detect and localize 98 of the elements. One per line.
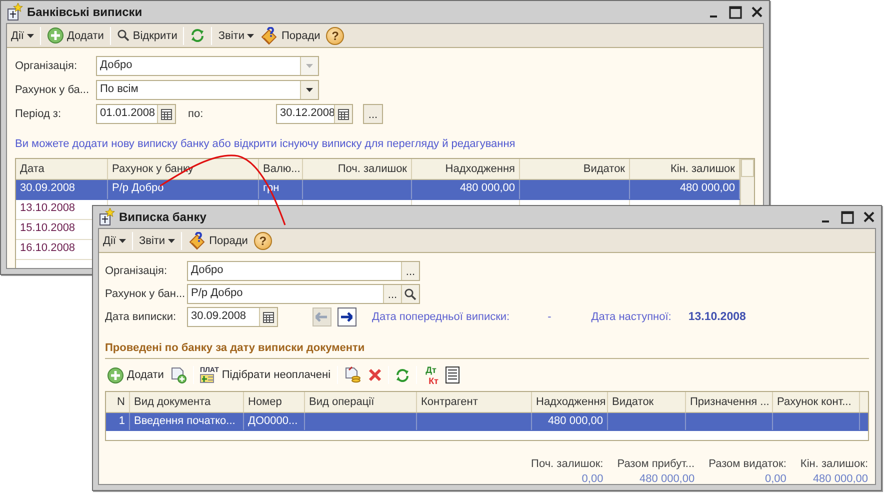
next-arrow-icon[interactable]	[337, 307, 357, 327]
column-header[interactable]: Видаток	[520, 159, 630, 179]
table-cell[interactable]: 1	[118, 415, 125, 427]
dropdown-button[interactable]	[300, 81, 318, 99]
caret-icon	[168, 238, 176, 242]
close-icon[interactable]	[751, 6, 763, 18]
menu-button[interactable]: Звіти	[138, 234, 176, 246]
input-field[interactable]: Добро ...	[187, 261, 420, 281]
menu-button[interactable]: Дії	[11, 30, 34, 42]
close-icon[interactable]	[863, 211, 875, 223]
add-button[interactable]: Додати	[46, 27, 104, 44]
total-label: Кін. залишок:	[800, 458, 868, 470]
column-header[interactable]: Видаток	[608, 392, 686, 412]
plus-icon	[46, 27, 64, 44]
refresh-icon[interactable]	[190, 28, 206, 43]
field-label: Дата виписки:	[105, 311, 178, 323]
menu-button[interactable]: Звіти	[218, 30, 254, 42]
calendar-icon[interactable]	[334, 105, 352, 123]
dropdown-field[interactable]: Добро	[96, 56, 319, 76]
ellipsis-button[interactable]: ...	[383, 285, 401, 303]
refresh-icon[interactable]	[394, 368, 410, 382]
field-label: Організація:	[105, 265, 168, 277]
total-value: 480 000,00	[812, 473, 868, 484]
table-cell[interactable]: 15.10.2008	[20, 222, 76, 234]
previous-date-label: Дата попередньої виписки:	[372, 311, 510, 323]
section-title: Проведені по банку за дату виписки документи	[105, 342, 869, 359]
table-cell[interactable]: ДО0000...	[248, 415, 298, 427]
column-header[interactable]: Дата	[16, 159, 108, 179]
ellipsis-button[interactable]: ...	[401, 262, 419, 280]
column-header[interactable]: Номер	[244, 392, 305, 412]
caret-icon	[26, 34, 34, 38]
window-title: Банківські виписки	[27, 5, 144, 19]
table-cell[interactable]: 16.10.2008	[20, 242, 76, 254]
calendar-icon[interactable]	[157, 105, 175, 123]
column-header[interactable]: Контрагент	[417, 392, 532, 412]
input-field[interactable]: Р/р Добро ...	[187, 284, 420, 304]
column-header[interactable]: Надходження	[532, 392, 608, 412]
list-icon[interactable]	[445, 366, 460, 384]
column-header[interactable]: Рахунок конт...	[773, 392, 860, 412]
help-button[interactable]: ?	[254, 232, 272, 250]
maximize-icon[interactable]	[841, 210, 854, 224]
ellipsis-button[interactable]: ...	[363, 104, 383, 124]
total-value: 0,00	[580, 473, 604, 484]
previous-date-value: -	[548, 311, 552, 323]
help-button[interactable]: ?	[326, 26, 344, 44]
total-value: 0,00	[764, 473, 786, 484]
search-button[interactable]	[401, 285, 419, 303]
field-label: Рахунок у ба...	[15, 84, 90, 96]
table-cell[interactable]: Введення початко...	[134, 415, 236, 427]
field-label: Організація:	[15, 60, 78, 72]
caret-icon	[118, 238, 126, 242]
next-date-value: 13.10.2008	[688, 311, 746, 323]
table-cell[interactable]: 480 000,00	[680, 182, 735, 194]
table-cell[interactable]: 480 000,00	[460, 182, 515, 194]
delete-icon[interactable]	[368, 368, 382, 382]
column-header[interactable]: Валю...	[259, 159, 303, 179]
maximize-icon[interactable]	[729, 6, 742, 18]
field-label: Рахунок у бан...	[105, 288, 186, 300]
field-label: по:	[188, 108, 204, 120]
book-icon	[260, 26, 278, 44]
total-label: Разом прибут...	[617, 458, 695, 470]
calendar-icon[interactable]	[259, 308, 277, 326]
table-cell[interactable]: 13.10.2008	[20, 202, 76, 214]
plus-icon	[107, 366, 124, 384]
window-title: Виписка банку	[119, 210, 208, 224]
next-date-label: Дата наступної:	[591, 311, 672, 323]
field-label: Період з:	[15, 108, 62, 120]
document-icon	[5, 3, 23, 21]
caret-icon	[247, 34, 254, 38]
caret-icon	[306, 88, 313, 92]
caret-icon	[306, 64, 313, 68]
menu-button[interactable]: Дії	[103, 234, 126, 246]
tips-button[interactable]: Поради	[260, 26, 320, 44]
table-cell[interactable]: 480 000,00	[548, 415, 603, 427]
open-button[interactable]: Відкрити	[116, 29, 178, 42]
add-button[interactable]: Додати	[107, 366, 164, 384]
date-field[interactable]: 30.09.2008	[187, 307, 278, 327]
column-header[interactable]: Призначення ...	[686, 392, 773, 412]
dropdown-field[interactable]: По всім	[96, 80, 319, 100]
total-label: Поч. залишок:	[531, 458, 604, 470]
hint-text: Ви можете додати нову виписку банку або відкрити існуючу виписку для перегляду й редагування	[15, 138, 516, 150]
debit-credit-button[interactable]: Дт Кт	[422, 366, 440, 384]
column-header[interactable]: Вид операції	[305, 392, 417, 412]
table-cell[interactable]: Р/р Добро	[112, 182, 164, 194]
table-cell[interactable]: 30.09.2008	[20, 182, 76, 194]
column-header[interactable]: Вид документа	[130, 392, 244, 412]
column-header[interactable]: Надходження	[412, 159, 520, 179]
column-header[interactable]: Поч. залишок	[303, 159, 412, 179]
book-icon	[188, 232, 206, 250]
document-icon	[97, 208, 115, 226]
column-header[interactable]: N	[106, 392, 130, 412]
document-coins-icon[interactable]	[344, 366, 362, 384]
total-label: Разом видаток:	[708, 458, 786, 470]
date-field[interactable]: 01.01.2008	[96, 104, 176, 124]
total-value: 480 000,00	[638, 473, 695, 484]
tips-button[interactable]: Поради	[188, 232, 248, 250]
document-add-icon[interactable]	[170, 366, 187, 384]
search-icon	[116, 29, 130, 42]
